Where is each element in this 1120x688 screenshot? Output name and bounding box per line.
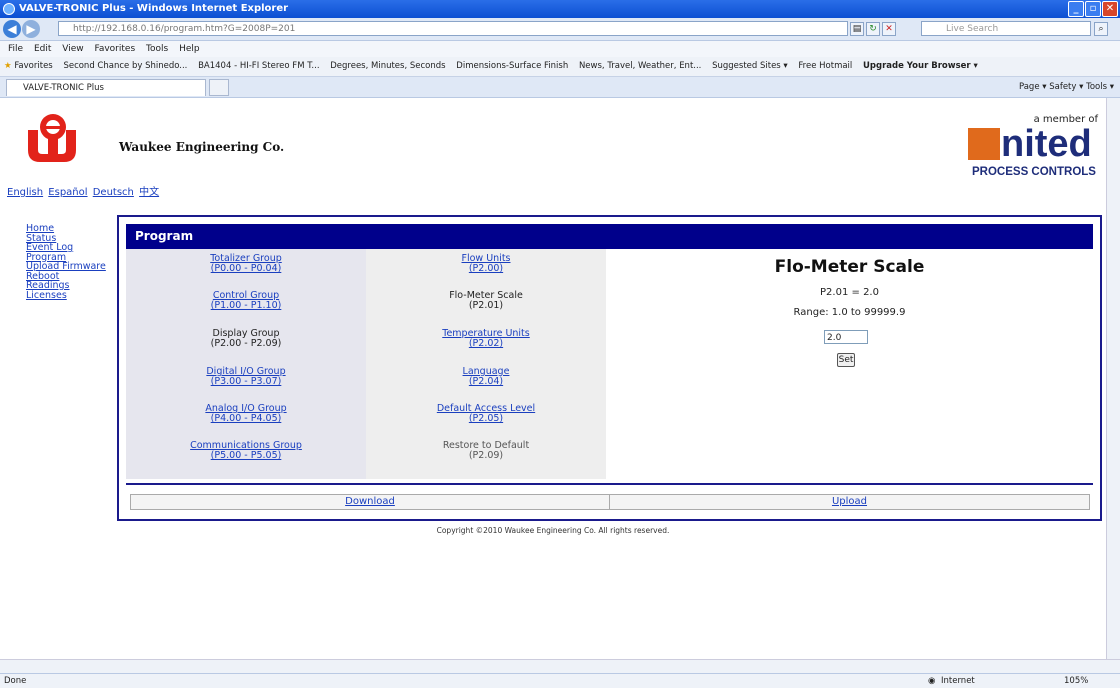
program-title: Program [126, 224, 1093, 249]
upload-link[interactable]: Upload [832, 496, 867, 507]
window-title: VALVE-TRONIC Plus - Windows Internet Exp… [19, 3, 289, 14]
favorite-item[interactable]: Upgrade Your Browser ▾ [863, 61, 978, 71]
united-subtitle: PROCESS CONTROLS [972, 166, 1096, 178]
united-u-mark [968, 128, 1000, 160]
ie-icon [3, 3, 15, 15]
page-content: Waukee Engineering Co. English Español D… [0, 98, 1106, 659]
menu-file[interactable]: File [8, 44, 23, 54]
company-name: Waukee Engineering Co. [119, 140, 285, 154]
united-logo: nited PROCESS CONTROLS [968, 124, 1103, 182]
param-code[interactable]: (P2.05) [469, 413, 503, 424]
param-temperature-units[interactable]: Temperature Units (P2.02) [366, 329, 606, 349]
transfer-bar: Download Upload [130, 494, 1090, 510]
lang-english[interactable]: English [7, 187, 43, 198]
menu-view[interactable]: View [62, 44, 83, 54]
detail-current-value: P2.01 = 2.0 [820, 287, 879, 298]
param-default-access-level[interactable]: Default Access Level (P2.05) [366, 404, 606, 424]
star-icon: ★ [4, 61, 12, 71]
zoom-level[interactable]: 105% [1064, 674, 1088, 688]
status-text: Done [4, 676, 27, 686]
group-range[interactable]: (P0.00 - P0.04) [211, 263, 282, 274]
favorite-item[interactable]: Suggested Sites ▾ [712, 61, 788, 71]
united-word: nited [1001, 123, 1092, 165]
group-range[interactable]: (P1.00 - P1.10) [211, 300, 282, 311]
favorite-item[interactable]: Degrees, Minutes, Seconds [330, 61, 445, 71]
maximize-button[interactable]: ▫ [1085, 1, 1101, 17]
download-cell: Download [131, 495, 610, 509]
globe-icon: ◉ [928, 676, 936, 686]
param-code[interactable]: (P2.02) [469, 338, 503, 349]
lang-espanol[interactable]: Español [48, 187, 87, 198]
param-code: (P2.01) [468, 300, 504, 311]
horizontal-scrollbar[interactable] [0, 659, 1120, 673]
favorite-item[interactable]: News, Travel, Weather, Ent... [579, 61, 701, 71]
param-restore-default: Restore to Default (P2.09) [366, 441, 606, 461]
tab-bar: VALVE-TRONIC Plus Page ▾ Safety ▾ Tools … [0, 77, 1120, 98]
group-display-selected: Display Group (P2.00 - P2.09) [126, 329, 366, 349]
forward-button[interactable]: ▶ [22, 20, 40, 38]
upload-cell: Upload [610, 495, 1089, 509]
detail-range: Range: 1.0 to 99999.9 [793, 307, 906, 318]
compat-view-icon[interactable]: ▤ [850, 22, 864, 36]
zone-label: Internet [941, 676, 975, 686]
address-bar: ◀ ▶ http://192.168.0.16/program.htm?G=20… [0, 18, 1120, 41]
menu-bar: File Edit View Favorites Tools Help [0, 41, 1120, 57]
detail-title: Flo-Meter Scale [774, 257, 925, 277]
parameter-detail: Flo-Meter Scale P2.01 = 2.0 Range: 1.0 t… [606, 249, 1093, 479]
new-tab-button[interactable] [209, 79, 229, 96]
group-range[interactable]: (P5.00 - P5.05) [211, 450, 282, 461]
program-panel: Program Totalizer Group (P0.00 - P0.04) … [117, 215, 1102, 521]
menu-help[interactable]: Help [179, 44, 200, 54]
search-icon[interactable]: ⌕ [1094, 22, 1108, 36]
back-button[interactable]: ◀ [3, 20, 21, 38]
param-code[interactable]: (P2.04) [469, 376, 503, 387]
scale-value-input[interactable]: 2.0 [824, 330, 868, 344]
group-range: (P2.00 - P2.09) [210, 338, 282, 349]
group-control[interactable]: Control Group (P1.00 - P1.10) [126, 291, 366, 311]
vertical-scrollbar[interactable] [1106, 98, 1120, 659]
side-nav: Home Status Event Log Program Upload Fir… [26, 224, 106, 300]
status-bar: Done ◉ Internet 105% [0, 673, 1120, 688]
group-totalizer[interactable]: Totalizer Group (P0.00 - P0.04) [126, 254, 366, 274]
set-button[interactable]: Set [837, 353, 855, 367]
favorite-item[interactable]: BA1404 - HI-FI Stereo FM T... [198, 61, 319, 71]
stop-icon[interactable]: ✕ [882, 22, 896, 36]
param-code: (P2.09) [468, 450, 504, 461]
menu-tools[interactable]: Tools [146, 44, 168, 54]
nav-licenses[interactable]: Licenses [26, 290, 106, 301]
group-communications[interactable]: Communications Group (P5.00 - P5.05) [126, 441, 366, 461]
language-links: English Español Deutsch 中文 [7, 183, 161, 198]
group-digital-io[interactable]: Digital I/O Group (P3.00 - P3.07) [126, 367, 366, 387]
copyright-text: Copyright ©2010 Waukee Engineering Co. A… [436, 526, 670, 535]
group-range[interactable]: (P3.00 - P3.07) [211, 376, 282, 387]
param-flo-meter-scale-selected: Flo-Meter Scale (P2.01) [366, 291, 606, 311]
window-titlebar: VALVE-TRONIC Plus - Windows Internet Exp… [0, 0, 1120, 18]
group-column: Totalizer Group (P0.00 - P0.04) Control … [126, 249, 366, 479]
close-button[interactable]: ✕ [1102, 1, 1118, 17]
favorite-item[interactable]: Dimensions-Surface Finish [456, 61, 568, 71]
command-bar[interactable]: Page ▾ Safety ▾ Tools ▾ [1019, 77, 1114, 97]
param-flow-units[interactable]: Flow Units (P2.00) [366, 254, 606, 274]
parameter-column: Flow Units (P2.00) Flo-Meter Scale (P2.0… [366, 249, 606, 479]
waukee-logo [28, 114, 76, 162]
favorites-bar: ★ Favorites Second Chance by Shinedo... … [0, 57, 1120, 77]
download-link[interactable]: Download [345, 496, 395, 507]
favorite-item[interactable]: Second Chance by Shinedo... [63, 61, 187, 71]
divider [126, 483, 1093, 485]
search-input[interactable]: Live Search [921, 21, 1091, 36]
param-code[interactable]: (P2.00) [469, 263, 503, 274]
param-language[interactable]: Language (P2.04) [366, 367, 606, 387]
group-analog-io[interactable]: Analog I/O Group (P4.00 - P4.05) [126, 404, 366, 424]
url-input[interactable]: http://192.168.0.16/program.htm?G=2008P=… [58, 21, 848, 36]
favorites-button[interactable]: Favorites [14, 61, 52, 71]
tab-valvetronic[interactable]: VALVE-TRONIC Plus [6, 79, 206, 96]
group-range[interactable]: (P4.00 - P4.05) [211, 413, 282, 424]
refresh-icon[interactable]: ↻ [866, 22, 880, 36]
lang-chinese[interactable]: 中文 [139, 187, 159, 198]
favorite-item[interactable]: Free Hotmail [798, 61, 852, 71]
menu-favorites[interactable]: Favorites [94, 44, 135, 54]
minimize-button[interactable]: _ [1068, 1, 1084, 17]
lang-deutsch[interactable]: Deutsch [93, 187, 134, 198]
menu-edit[interactable]: Edit [34, 44, 51, 54]
